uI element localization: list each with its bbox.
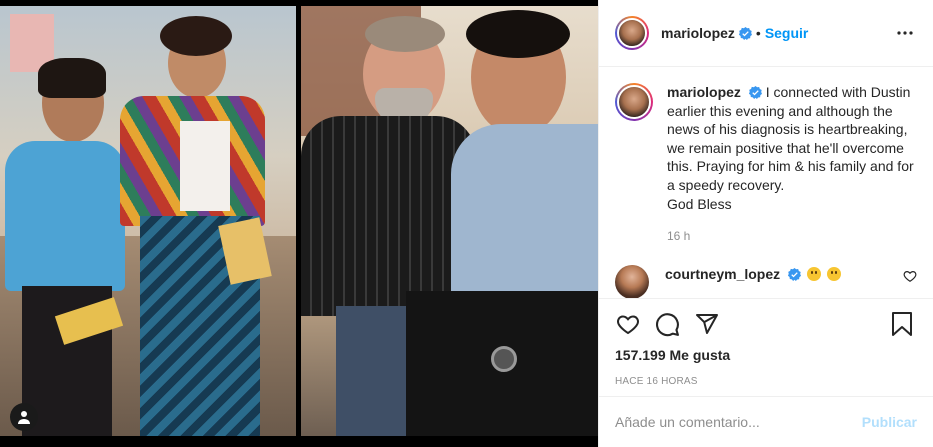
save-button[interactable] — [891, 311, 917, 337]
caption: mariolopez I connected with Dustin earli… — [615, 83, 917, 246]
post-sidebar: mariolopez • Seguir mariolopez I connect… — [598, 0, 933, 447]
heart-icon — [617, 315, 639, 335]
like-button[interactable] — [615, 311, 641, 337]
white-tshirt — [180, 121, 230, 211]
post-actions: 157.199 Me gusta HACE 16 HORAS — [599, 298, 933, 387]
comment-icon — [656, 312, 679, 336]
comment-composer: Publicar — [599, 396, 933, 447]
send-icon — [696, 314, 718, 334]
verified-badge-icon — [748, 86, 762, 99]
post-photo[interactable] — [0, 0, 598, 447]
comment-item: courtneym_lopez — [615, 264, 917, 298]
more-options-button[interactable] — [893, 21, 917, 45]
caption-text: I connected with Dustin earlier this eve… — [667, 84, 914, 193]
avatar[interactable] — [615, 16, 649, 50]
caption-signoff: God Bless — [667, 195, 732, 212]
post-header: mariolopez • Seguir — [599, 0, 933, 67]
comments-section[interactable]: mariolopez I connected with Dustin earli… — [599, 67, 933, 298]
post-comment-button[interactable]: Publicar — [862, 414, 917, 430]
person-hair — [38, 58, 106, 98]
photo-left-panel — [0, 6, 296, 436]
comment-username[interactable]: courtneym_lopez — [665, 266, 780, 282]
separator-dot: • — [755, 25, 761, 41]
comment-like-icon[interactable] — [903, 269, 917, 283]
person-hair — [466, 10, 570, 58]
post-timestamp[interactable]: HACE 16 HORAS — [615, 376, 917, 387]
verified-badge-icon — [738, 26, 752, 40]
bookmark-icon — [892, 312, 912, 336]
like-count[interactable]: 157.199 Me gusta — [615, 347, 917, 363]
sad-face-emoji — [806, 266, 821, 281]
header-username[interactable]: mariolopez — [661, 25, 735, 41]
comment-button[interactable] — [655, 311, 681, 337]
avatar[interactable] — [615, 264, 649, 298]
sad-face-emoji — [826, 266, 841, 281]
more-options-icon — [897, 31, 913, 35]
photo-right-panel — [301, 6, 598, 436]
avatar[interactable] — [615, 83, 653, 121]
share-button[interactable] — [695, 311, 721, 337]
tagged-users-button[interactable] — [10, 403, 38, 431]
wristwatch — [491, 346, 517, 372]
person-hair — [160, 16, 232, 56]
blue-shirt — [5, 141, 125, 291]
person-hair — [365, 16, 445, 52]
caption-timestamp[interactable]: 16 h — [667, 227, 917, 246]
verified-badge-icon — [788, 267, 802, 281]
striped-shirt — [301, 116, 476, 316]
comment-input[interactable] — [615, 414, 862, 430]
caption-username[interactable]: mariolopez — [667, 84, 741, 100]
action-bar — [615, 299, 917, 349]
user-icon — [18, 411, 30, 424]
follow-button[interactable]: Seguir — [765, 25, 809, 41]
